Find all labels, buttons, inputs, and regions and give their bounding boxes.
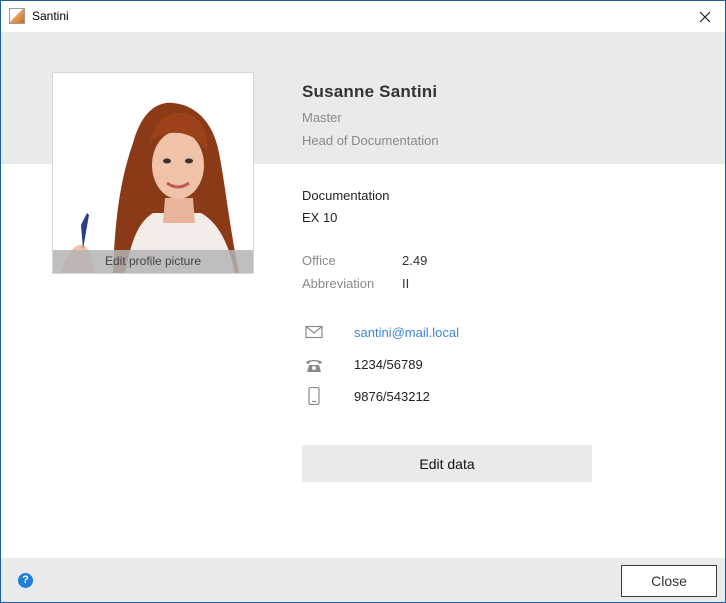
- profile-photo[interactable]: Edit profile picture: [52, 72, 254, 274]
- abbreviation-label: Abbreviation: [302, 276, 375, 291]
- mobile-icon: [308, 387, 320, 405]
- email-link[interactable]: santini@mail.local: [354, 325, 459, 340]
- close-button[interactable]: Close: [621, 565, 717, 597]
- phone-icon: [306, 360, 322, 372]
- abbreviation-value: II: [402, 276, 410, 291]
- mobile-number: 9876/543212: [354, 389, 430, 404]
- portrait-image: [53, 73, 253, 273]
- app-icon: [9, 8, 25, 24]
- close-icon: [699, 11, 711, 22]
- mail-icon: [305, 325, 323, 339]
- edit-profile-picture-button[interactable]: Edit profile picture: [53, 250, 253, 273]
- person-role: Master: [302, 110, 342, 125]
- window-close-button[interactable]: [685, 1, 725, 32]
- footer-bar: [1, 558, 725, 602]
- person-name: Susanne Santini: [302, 82, 438, 101]
- title-bar: Santini: [1, 1, 725, 32]
- edit-data-button[interactable]: Edit data: [302, 445, 592, 482]
- phone-number: 1234/56789: [354, 357, 423, 372]
- person-unit: EX 10: [302, 210, 338, 225]
- office-label: Office: [302, 253, 336, 268]
- person-position: Head of Documentation: [302, 133, 439, 148]
- help-icon[interactable]: ?: [18, 573, 33, 588]
- person-department: Documentation: [302, 188, 390, 203]
- profile-dialog: Santini Edit profile picture Susanne San…: [0, 0, 726, 603]
- office-value: 2.49: [402, 253, 428, 268]
- window-title: Santini: [32, 9, 69, 23]
